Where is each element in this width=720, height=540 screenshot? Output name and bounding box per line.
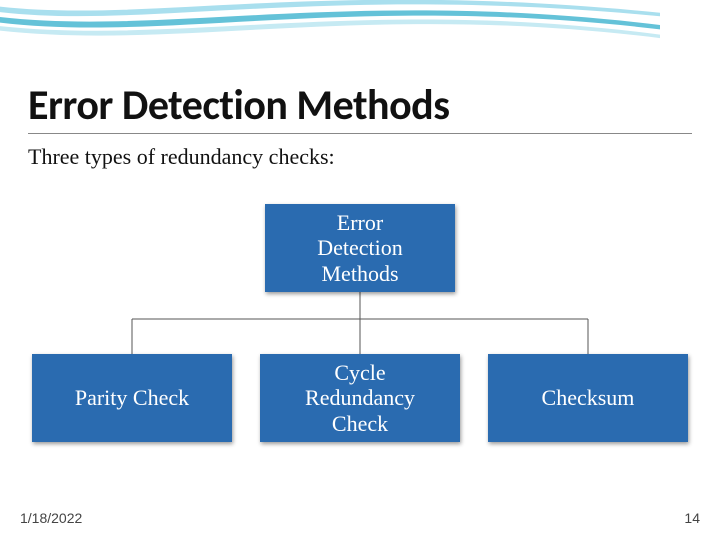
root-line: Methods	[273, 261, 447, 286]
slide-title: Error Detection Methods	[28, 80, 692, 131]
child-line: Checksum	[496, 385, 680, 410]
child-node-checksum: Checksum	[488, 354, 688, 442]
root-line: Detection	[273, 235, 447, 260]
child-line: Parity Check	[40, 385, 224, 410]
root-line: Error	[273, 210, 447, 235]
root-node: Error Detection Methods	[265, 204, 455, 292]
slide-subtitle: Three types of redundancy checks:	[28, 144, 692, 170]
footer-date: 1/18/2022	[20, 510, 82, 526]
footer-page-number: 14	[684, 510, 700, 526]
title-underline	[28, 133, 692, 134]
child-line: Check	[268, 411, 452, 436]
hierarchy-diagram: Error Detection Methods Parity Check Cyc…	[28, 204, 692, 464]
child-node-parity: Parity Check	[32, 354, 232, 442]
child-node-crc: Cycle Redundancy Check	[260, 354, 460, 442]
root-box: Error Detection Methods	[265, 204, 455, 292]
child-line: Cycle	[268, 360, 452, 385]
child-line: Redundancy	[268, 385, 452, 410]
